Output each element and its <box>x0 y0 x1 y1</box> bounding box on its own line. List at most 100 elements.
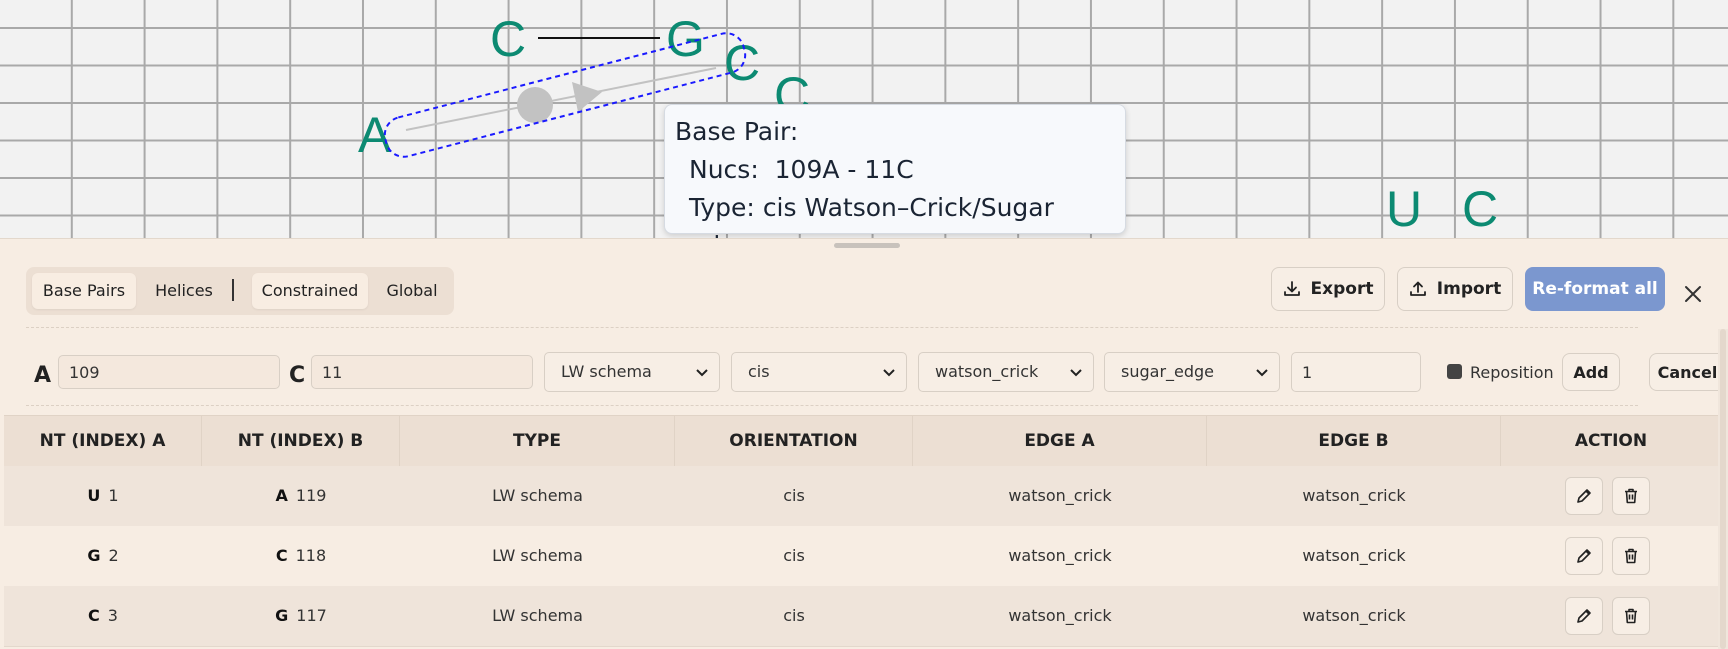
nt-b-index: 118 <box>295 546 327 565</box>
tab-base-pairs[interactable]: Base Pairs <box>32 273 136 309</box>
nt-a-index: 1 <box>108 486 119 505</box>
tab-separator <box>232 279 234 301</box>
edit-button[interactable] <box>1565 537 1603 575</box>
nucleotide[interactable]: A <box>358 107 392 163</box>
table-row[interactable]: C3 G 117 LW schema cis watson_crick watso… <box>4 586 1728 647</box>
nt-b-index: 117 <box>296 606 327 625</box>
cell-orientation: cis <box>783 606 805 625</box>
tab-bar: Base Pairs Helices Constrained Global <box>26 267 454 315</box>
panel-resize-handle[interactable] <box>834 243 900 248</box>
column-header: ACTION <box>1574 431 1648 451</box>
cell-edge-a: watson_crick <box>1008 546 1112 565</box>
nt-b-letter: A <box>275 486 288 505</box>
column-header: NT (INDEX) A <box>4 416 202 466</box>
tab-helices[interactable]: Helices <box>142 273 226 309</box>
cell-nt-a: G2 <box>4 526 202 586</box>
edit-button[interactable] <box>1565 477 1603 515</box>
edit-button[interactable] <box>1565 597 1603 635</box>
basepair-tooltip: Base Pair: Nucs: 109A - 11C Type: cis Wa… <box>664 104 1126 260</box>
delete-button[interactable] <box>1612 597 1650 635</box>
import-button[interactable]: Import <box>1397 267 1513 311</box>
nt-a-letter: C <box>88 606 100 625</box>
reposition-checkbox[interactable] <box>1447 364 1462 379</box>
nucleotide[interactable]: C <box>1462 181 1498 237</box>
nt-a-letter: U <box>87 486 101 505</box>
nucleotide-b-index-input[interactable] <box>311 355 533 389</box>
pencil-icon <box>1577 549 1591 563</box>
chevron-down-icon <box>883 369 895 377</box>
table-header: NT (INDEX) A NT (INDEX) B TYPE ORIENTATI… <box>4 415 1728 467</box>
orientation-select-value: cis <box>748 362 770 381</box>
tooltip-nucs-value: 109A - 11C <box>774 155 914 184</box>
column-header: EDGE A <box>913 416 1207 466</box>
nucleotide[interactable]: U <box>1386 181 1422 237</box>
upload-icon <box>1409 281 1426 296</box>
cell-nt-a: U1 <box>4 466 202 526</box>
basepair-symbol-circle <box>517 87 553 123</box>
tooltip-type-label: Type: <box>689 193 755 222</box>
cell-edge-a: watson_crick <box>1008 486 1112 505</box>
export-button[interactable]: Export <box>1271 267 1385 311</box>
edge-b-select[interactable]: sugar_edge <box>1104 352 1280 392</box>
type-select[interactable]: LW schema <box>544 352 720 392</box>
cell-type: LW schema <box>492 606 583 625</box>
reposition-label: Reposition <box>1470 363 1554 382</box>
tooltip-nucs-label: Nucs: <box>689 155 759 184</box>
pencil-icon <box>1577 489 1591 503</box>
nucleotide-b-label: C <box>289 363 306 388</box>
chevron-down-icon <box>696 369 708 377</box>
add-button[interactable]: Add <box>1562 353 1620 391</box>
delete-button[interactable] <box>1612 477 1650 515</box>
reformat-all-button[interactable]: Re-format all <box>1525 267 1665 311</box>
chevron-down-icon <box>1256 369 1268 377</box>
tooltip-title: Base Pair: <box>675 117 799 146</box>
close-icon[interactable] <box>1678 279 1708 309</box>
cell-edge-b: watson_crick <box>1302 606 1406 625</box>
tab-global[interactable]: Global <box>374 273 450 309</box>
tooltip-nucs: Nucs: 109A - 11C <box>675 151 1115 189</box>
edge-a-select[interactable]: watson_crick <box>918 352 1094 392</box>
edge-a-select-value: watson_crick <box>935 362 1039 381</box>
table-row[interactable]: U1 A 119 LW schema cis watson_crick watso… <box>4 466 1728 527</box>
nucleotide-a-label: A <box>34 363 52 388</box>
divider <box>26 327 1638 328</box>
trash-icon <box>1625 608 1637 624</box>
cell-nt-b: C 118 <box>202 526 400 586</box>
cell-nt-b: A 119 <box>202 466 400 526</box>
chevron-down-icon <box>1070 369 1082 377</box>
panel-scrollbar[interactable] <box>1718 329 1728 649</box>
nucleotide[interactable]: C <box>490 11 526 67</box>
nt-a-index: 2 <box>108 546 119 565</box>
nt-a-index: 3 <box>107 606 118 625</box>
tab-constrained[interactable]: Constrained <box>252 273 368 309</box>
constraints-panel: Base Pairs Helices Constrained Global Ex… <box>0 238 1728 649</box>
nt-b-index: 119 <box>295 486 327 505</box>
export-label: Export <box>1310 279 1374 299</box>
cell-orientation: cis <box>783 486 805 505</box>
nucleotide[interactable]: C <box>724 35 760 91</box>
nucleotide-a-index-input[interactable] <box>58 355 280 389</box>
cell-nt-a: C3 <box>4 586 202 646</box>
cell-nt-b: G 117 <box>202 586 400 646</box>
column-header: EDGE B <box>1207 416 1501 466</box>
cancel-button[interactable]: Cancel <box>1649 353 1725 391</box>
delete-button[interactable] <box>1612 537 1650 575</box>
cell-orientation: cis <box>783 546 805 565</box>
cell-edge-a: watson_crick <box>1008 606 1112 625</box>
scrollbar-thumb[interactable] <box>1720 329 1726 649</box>
cell-edge-b: watson_crick <box>1302 546 1406 565</box>
cell-type: LW schema <box>492 486 583 505</box>
import-label: Import <box>1436 279 1502 299</box>
column-header: NT (INDEX) B <box>202 416 400 466</box>
orientation-select[interactable]: cis <box>731 352 907 392</box>
column-header: ORIENTATION <box>675 416 913 466</box>
type-select-value: LW schema <box>561 362 652 381</box>
table-row[interactable]: G2 C 118 LW schema cis watson_crick watso… <box>4 526 1728 587</box>
cell-edge-b: watson_crick <box>1302 486 1406 505</box>
trash-icon <box>1625 548 1637 564</box>
column-header: TYPE <box>400 416 675 466</box>
count-input[interactable] <box>1291 352 1421 392</box>
trash-icon <box>1625 488 1637 504</box>
edge-b-select-value: sugar_edge <box>1121 362 1215 381</box>
divider <box>26 405 1638 406</box>
